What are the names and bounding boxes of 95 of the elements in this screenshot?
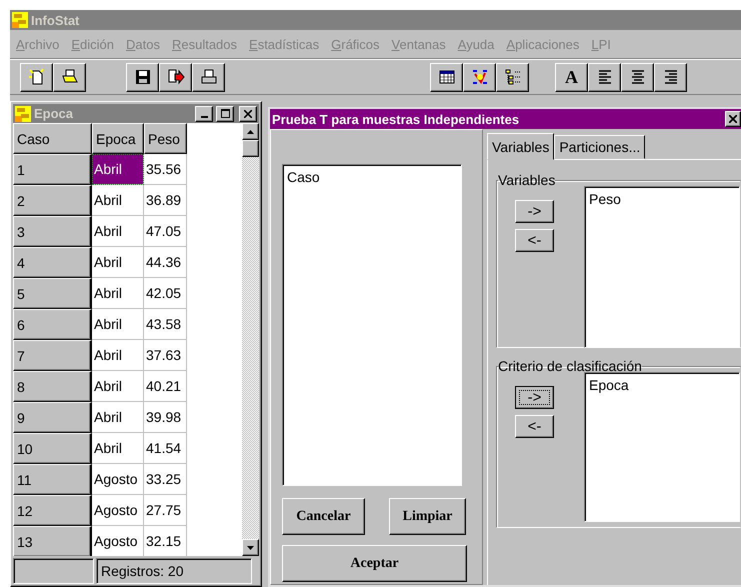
close-icon [244,110,252,118]
column-header[interactable]: Peso [144,123,187,154]
tree-list-icon [504,68,522,86]
toolbar-button[interactable] [430,62,463,92]
table-cell[interactable]: 41.54 [144,433,187,464]
toolbar-button[interactable] [53,62,86,92]
table-cell[interactable]: 32.15 [144,526,187,556]
remove-arrow-button[interactable]: <- [515,229,554,252]
scroll-up-icon [247,130,254,134]
table-cell[interactable]: 43.58 [144,309,187,340]
new-document-icon [28,68,46,86]
toolbar-button[interactable] [654,62,687,92]
list-item[interactable]: Caso [287,169,457,185]
row-header[interactable]: 8 [13,371,92,402]
toolbar-button[interactable] [20,62,53,92]
table-cell[interactable]: Agosto [92,495,144,526]
table-cell[interactable]: Abril [92,247,144,278]
table-cell[interactable]: Abril [92,340,144,371]
table-cell[interactable]: Abril [92,433,144,464]
close-button[interactable] [725,111,741,127]
close-button[interactable] [239,106,257,122]
add-arrow-button[interactable]: -> [515,200,554,223]
close-icon [729,115,737,123]
clear-button[interactable]: Limpiar [389,498,466,535]
dialog-title: Prueba T para muestras Independientes [272,112,520,126]
row-header[interactable]: 6 [13,309,92,340]
toolbar-button[interactable] [126,62,159,92]
remove-arrow-button[interactable]: <- [515,415,554,438]
table-cell[interactable]: Abril [92,371,144,402]
group-title: Criterio de clasificación [498,358,642,374]
spreadsheet-icon [438,68,456,86]
table-cell[interactable]: Agosto [92,526,144,556]
table-cell[interactable]: 47.05 [144,216,187,247]
toolbar-button[interactable] [621,62,654,92]
tab[interactable]: Particiones... [554,135,646,159]
maximize-button[interactable] [216,106,234,122]
tab[interactable]: Variables [487,133,554,160]
cancel-button[interactable]: Cancelar [282,498,365,535]
list-item[interactable]: Peso [589,191,735,207]
app-logo-icon [12,12,28,28]
selected-variable-list[interactable]: Epoca [584,372,740,522]
list-item[interactable]: Epoca [589,377,735,393]
column-header[interactable]: Caso [13,123,92,154]
table-cell[interactable]: Abril [92,216,144,247]
window-title: Epoca [34,106,74,121]
toolbar-button[interactable] [463,62,496,92]
toolbar-button[interactable] [588,62,621,92]
scroll-down-icon [247,546,254,550]
row-header[interactable]: 13 [13,526,92,556]
export-arrow-icon [166,68,184,86]
record-count: Registros: 20 [96,558,252,584]
row-header[interactable]: 11 [13,464,92,495]
source-variable-list[interactable]: Caso [282,164,462,486]
minimize-button[interactable] [195,106,213,122]
table-cell[interactable]: Abril [92,185,144,216]
selected-variable-list[interactable]: Peso [584,186,740,348]
accept-button[interactable]: Aceptar [282,545,467,582]
minimize-icon [200,116,208,118]
row-header[interactable]: 3 [13,216,92,247]
table-cell[interactable]: 39.98 [144,402,187,433]
font-button[interactable]: A [555,62,588,92]
table-cell[interactable]: Agosto [92,464,144,495]
table-cell[interactable]: 27.75 [144,495,187,526]
table-cell[interactable]: 33.25 [144,464,187,495]
table-cell[interactable]: Abril [92,402,144,433]
toolbar-button[interactable] [496,62,529,92]
row-header[interactable]: 7 [13,340,92,371]
table-cell[interactable]: 37.63 [144,340,187,371]
table-cell[interactable]: 42.05 [144,278,187,309]
row-header[interactable]: 5 [13,278,92,309]
row-header[interactable]: 9 [13,402,92,433]
app-title: InfoStat [31,12,80,28]
toolbar-button[interactable] [192,62,225,92]
printer-icon [200,68,218,86]
scroll-thumb[interactable] [242,140,259,157]
table-cell[interactable]: 40.21 [144,371,187,402]
row-header[interactable]: 12 [13,495,92,526]
row-header[interactable]: 2 [13,185,92,216]
table-cell[interactable]: 44.36 [144,247,187,278]
group-title: Variables [498,172,556,188]
row-header[interactable]: 4 [13,247,92,278]
column-header[interactable]: Epoca [92,123,144,154]
app-logo-icon [15,106,31,122]
table-cell[interactable]: Abril [92,278,144,309]
maximize-icon [220,109,230,118]
row-header[interactable]: 1 [13,154,92,185]
add-arrow-button[interactable]: -> [515,386,554,409]
table-cell[interactable]: 36.89 [144,185,187,216]
table-cell[interactable]: Abril [92,154,144,185]
row-header[interactable]: 10 [13,433,92,464]
table-cell[interactable]: 35.56 [144,154,187,185]
vertical-scrollbar[interactable] [242,123,259,556]
colorful-graph-icon [470,68,488,86]
toolbar-button[interactable] [159,62,192,92]
table-cell[interactable]: Abril [92,309,144,340]
